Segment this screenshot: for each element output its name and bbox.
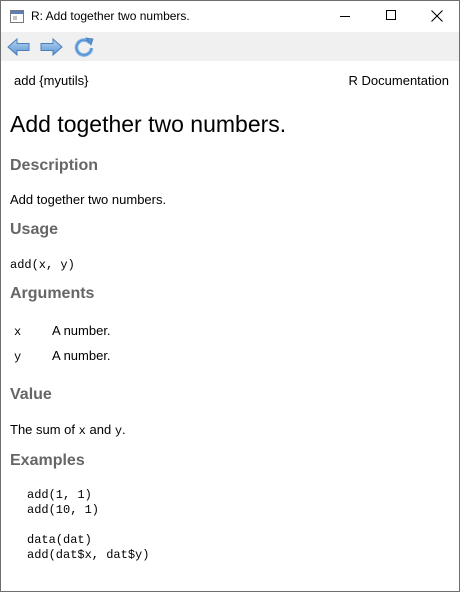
refresh-icon	[74, 37, 94, 57]
description-text: Add together two numbers.	[10, 192, 167, 207]
value-text-part: .	[122, 422, 126, 437]
help-content: add {myutils} R Documentation Add togeth…	[1, 61, 459, 591]
argument-description: A number.	[52, 348, 111, 363]
argument-name: y	[14, 350, 22, 364]
example-code-line: add(10, 1)	[27, 503, 100, 517]
value-text-part: and	[89, 422, 112, 437]
refresh-button[interactable]	[72, 36, 96, 58]
examples-heading: Examples	[10, 452, 85, 469]
back-button[interactable]	[7, 36, 31, 58]
argument-description: A number.	[52, 323, 111, 338]
example-code-line: add(dat$x, dat$y)	[27, 548, 150, 562]
arrow-left-icon	[7, 37, 30, 57]
title-bar[interactable]: R: Add together two numbers.	[1, 1, 459, 32]
value-heading: Value	[10, 386, 52, 403]
maximize-icon	[386, 10, 396, 20]
example-code-line: data(dat)	[27, 533, 92, 547]
arguments-heading: Arguments	[10, 285, 95, 302]
argument-name: x	[14, 325, 22, 339]
usage-code: add(x, y)	[10, 258, 75, 272]
value-text-part: The sum of	[10, 422, 76, 437]
example-code-line: add(1, 1)	[27, 488, 92, 502]
value-code-x: x	[78, 424, 86, 438]
app-window-icon	[10, 10, 24, 23]
minimize-button[interactable]	[322, 1, 368, 32]
close-icon	[431, 10, 443, 22]
value-code-y: y	[114, 424, 123, 438]
help-window: R: Add together two numbers. add {myutil…	[0, 0, 460, 592]
page-title: Add together two numbers.	[10, 111, 287, 137]
close-button[interactable]	[414, 1, 459, 32]
minimize-icon	[340, 16, 350, 17]
window-title: R: Add together two numbers.	[31, 9, 190, 23]
arrow-right-icon	[40, 37, 63, 57]
forward-button[interactable]	[39, 36, 63, 58]
value-text: The sum of x and y.	[10, 422, 126, 438]
maximize-button[interactable]	[368, 1, 414, 32]
usage-heading: Usage	[10, 221, 59, 238]
description-heading: Description	[10, 157, 99, 174]
toolbar	[1, 32, 459, 61]
r-documentation-label: R Documentation	[348, 73, 449, 88]
topic-label: add {myutils}	[14, 73, 89, 88]
